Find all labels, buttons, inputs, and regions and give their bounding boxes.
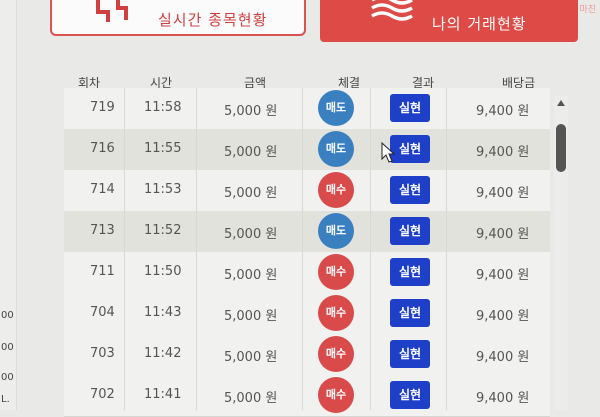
time-cell: 11:52	[144, 223, 182, 238]
amount-cell: 5,000 원	[224, 391, 278, 406]
left-edge-value: 00	[1, 372, 14, 383]
payout-cell: 9,400 원	[476, 309, 530, 324]
result-button[interactable]: 실현	[390, 135, 430, 163]
result-button[interactable]: 실현	[390, 217, 430, 245]
tab-realtime-status[interactable]: 실시간 종목현황	[50, 0, 306, 36]
left-edge-value: 00	[1, 310, 14, 321]
result-button[interactable]: 실현	[390, 258, 430, 286]
time-cell: 11:43	[144, 305, 182, 320]
trade-badge: 매수	[318, 254, 354, 290]
amount-cell: 5,000 원	[224, 186, 278, 201]
round-cell: 703	[90, 346, 115, 361]
trade-badge: 매도	[318, 131, 354, 167]
result-button[interactable]: 실현	[390, 381, 430, 409]
tab-my-trades[interactable]: 나의 거래현황	[320, 0, 578, 42]
time-cell: 11:41	[144, 387, 182, 402]
round-cell: 704	[90, 305, 115, 320]
time-cell: 11:50	[144, 264, 182, 279]
amount-cell: 5,000 원	[224, 145, 278, 160]
trade-badge: 매도	[318, 90, 354, 126]
result-button[interactable]: 실현	[390, 176, 430, 204]
round-cell: 719	[90, 100, 115, 115]
left-edge-value: L.	[1, 394, 10, 405]
time-cell: 11:53	[144, 182, 182, 197]
waves-icon	[371, 0, 413, 21]
round-cell: 716	[90, 141, 115, 156]
chart-icon	[96, 0, 128, 22]
trade-badge: 매수	[318, 377, 354, 413]
tab-label: 실시간 종목현황	[158, 11, 268, 29]
trade-history-table: 719 11:58 5,000 원 매도 실현 9,400 원 716 11:55 5,000 …	[64, 88, 550, 417]
result-button[interactable]: 실현	[390, 340, 430, 368]
amount-cell: 5,000 원	[224, 227, 278, 242]
amount-cell: 5,000 원	[224, 350, 278, 365]
trade-badge: 매도	[318, 213, 354, 249]
payout-cell: 9,400 원	[476, 350, 530, 365]
result-button[interactable]: 실현	[390, 299, 430, 327]
column-divider	[446, 88, 447, 410]
round-cell: 702	[90, 387, 115, 402]
round-cell: 713	[90, 223, 115, 238]
left-panel-edge: 00 00 00 L.	[0, 0, 17, 410]
watermark-logo: 마진	[579, 5, 596, 15]
time-cell: 11:55	[144, 141, 182, 156]
amount-cell: 5,000 원	[224, 268, 278, 283]
time-cell: 11:42	[144, 346, 182, 361]
table-row[interactable]: 713 11:52 5,000 원 매도 실현 9,400 원	[64, 211, 550, 253]
time-cell: 11:58	[144, 100, 182, 115]
left-edge-value: 00	[1, 342, 14, 353]
round-cell: 714	[90, 182, 115, 197]
amount-cell: 5,000 원	[224, 309, 278, 324]
trade-badge: 매수	[318, 336, 354, 372]
table-row[interactable]: 719 11:58 5,000 원 매도 실현 9,400 원	[64, 88, 550, 130]
tab-label: 나의 거래현황	[432, 15, 527, 33]
payout-cell: 9,400 원	[476, 227, 530, 242]
payout-cell: 9,400 원	[476, 145, 530, 160]
amount-cell: 5,000 원	[224, 104, 278, 119]
column-divider	[370, 88, 371, 410]
table-row[interactable]: 711 11:50 5,000 원 매수 실현 9,400 원	[64, 252, 550, 294]
result-button[interactable]: 실현	[390, 94, 430, 122]
column-divider	[124, 88, 125, 410]
scrollbar-thumb[interactable]	[556, 124, 566, 172]
table-row[interactable]: 703 11:42 5,000 원 매수 실현 9,400 원	[64, 334, 550, 376]
trade-badge: 매수	[318, 295, 354, 331]
payout-cell: 9,400 원	[476, 186, 530, 201]
payout-cell: 9,400 원	[476, 268, 530, 283]
trade-badge: 매수	[318, 172, 354, 208]
table-row[interactable]: 702 11:41 5,000 원 매수 실현 9,400 원	[64, 375, 550, 417]
scroll-up-arrow-icon[interactable]	[557, 100, 565, 106]
column-divider	[196, 88, 197, 410]
column-divider	[302, 88, 303, 410]
payout-cell: 9,400 원	[476, 104, 530, 119]
round-cell: 711	[90, 264, 115, 279]
payout-cell: 9,400 원	[476, 391, 530, 406]
table-row[interactable]: 714 11:53 5,000 원 매수 실현 9,400 원	[64, 170, 550, 212]
table-row[interactable]: 704 11:43 5,000 원 매수 실현 9,400 원	[64, 293, 550, 335]
table-row[interactable]: 716 11:55 5,000 원 매도 실현 9,400 원	[64, 129, 550, 171]
mouse-cursor-icon	[381, 142, 395, 163]
